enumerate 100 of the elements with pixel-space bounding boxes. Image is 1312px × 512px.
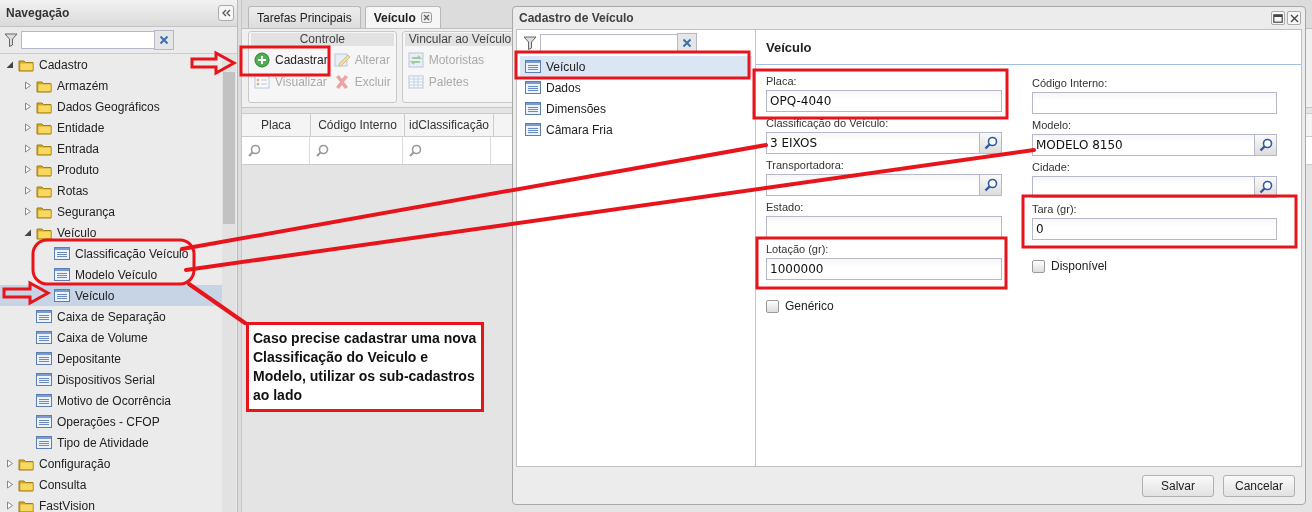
search-icon: [983, 136, 998, 150]
search-icon: [1258, 138, 1273, 152]
tree-item[interactable]: Tipo de Atividade: [0, 432, 222, 453]
tree-item[interactable]: Produto: [0, 159, 222, 180]
panel-title: Navegação: [6, 6, 70, 20]
folder-icon: [18, 477, 34, 492]
expanded-triangle-icon[interactable]: [24, 228, 32, 237]
search-button[interactable]: [979, 133, 1001, 153]
input-field[interactable]: [1032, 92, 1277, 114]
tree-item[interactable]: Dispositivos Serial: [0, 369, 222, 390]
callout-note: Caso precise cadastrar uma nova Classificação do Veiculo e Modelo, utilizar os sub-cadastros ao lado: [246, 322, 484, 412]
tree-item[interactable]: Rotas: [0, 180, 222, 201]
close-button[interactable]: [1287, 11, 1301, 25]
input-field[interactable]: 0: [1032, 218, 1277, 240]
section-item[interactable]: Veículo: [520, 56, 752, 77]
list-icon: [36, 352, 52, 365]
x-icon: [333, 74, 350, 90]
tree-item[interactable]: Caixa de Volume: [0, 327, 222, 348]
checkbox[interactable]: [1032, 259, 1045, 273]
scrollbar[interactable]: [222, 54, 236, 512]
search-button[interactable]: [979, 175, 1001, 195]
tree-item[interactable]: Armazém: [0, 75, 222, 96]
search-icon: [983, 178, 998, 192]
checkbox[interactable]: [766, 299, 779, 313]
tree-item[interactable]: Veículo: [0, 222, 222, 243]
collapsed-triangle-icon[interactable]: [24, 102, 32, 111]
collapsed-triangle-icon[interactable]: [24, 207, 32, 216]
collapsed-triangle-icon[interactable]: [24, 186, 32, 195]
list-icon: [36, 373, 52, 386]
clear-button[interactable]: [154, 30, 174, 50]
tree-item[interactable]: Classificação Veículo: [0, 243, 222, 264]
list-icon: [525, 123, 541, 136]
folder-icon: [36, 183, 52, 198]
section-item[interactable]: Câmara Fria: [520, 119, 752, 140]
collapsed-triangle-icon[interactable]: [6, 459, 14, 468]
tree-item[interactable]: Entidade: [0, 117, 222, 138]
folder-icon: [36, 141, 52, 156]
group-title: Controle: [251, 33, 394, 46]
search-icon: [1258, 180, 1273, 194]
collapsed-triangle-icon[interactable]: [6, 501, 14, 510]
dialog-button[interactable]: Salvar: [1142, 474, 1214, 497]
lookup-field[interactable]: MODELO 8150: [1032, 134, 1277, 156]
tab[interactable]: Tarefas Principais: [248, 6, 361, 28]
checkbox-label: Disponível: [1051, 259, 1108, 273]
folder-icon: [18, 498, 34, 512]
toolbar-button[interactable]: Cadastrar: [251, 49, 331, 71]
tree-item[interactable]: Dados Geográficos: [0, 96, 222, 117]
folder-icon: [36, 162, 52, 177]
collapse-button[interactable]: [218, 5, 234, 21]
list-icon: [525, 60, 541, 73]
collapsed-triangle-icon[interactable]: [24, 165, 32, 174]
tree-item[interactable]: Consulta: [0, 474, 222, 495]
close-icon[interactable]: [420, 12, 432, 23]
column-header[interactable]: idClassificação: [405, 114, 494, 136]
tree-item[interactable]: Motivo de Ocorrência: [0, 390, 222, 411]
form-heading: Veículo: [756, 30, 1301, 65]
tree-item[interactable]: Entrada: [0, 138, 222, 159]
tree-item[interactable]: Depositante: [0, 348, 222, 369]
tree-item[interactable]: Cadastro: [0, 54, 222, 75]
list-icon: [36, 394, 52, 407]
tree-item[interactable]: Caixa de Separação: [0, 306, 222, 327]
tree-item[interactable]: FastVision: [0, 495, 222, 512]
close-icon: [682, 38, 692, 48]
list-icon: [54, 247, 70, 260]
card-icon: [254, 74, 270, 90]
close-icon: [159, 35, 169, 45]
column-header[interactable]: Placa: [242, 114, 311, 136]
lookup-field[interactable]: [1032, 176, 1277, 198]
section-item[interactable]: Dimensões: [520, 98, 752, 119]
magnifier-icon: [248, 144, 261, 157]
collapsed-triangle-icon[interactable]: [24, 123, 32, 132]
collapsed-triangle-icon[interactable]: [6, 480, 14, 489]
tree-item[interactable]: Modelo Veículo: [0, 264, 222, 285]
filter-icon: [4, 33, 18, 47]
filter-field[interactable]: [540, 34, 678, 52]
maximize-button[interactable]: [1271, 11, 1285, 25]
expanded-triangle-icon[interactable]: [6, 60, 14, 69]
search-button[interactable]: [1254, 177, 1276, 197]
column-header[interactable]: Código Interno: [311, 114, 405, 136]
section-item[interactable]: Dados: [520, 77, 752, 98]
arrows-icon: [407, 52, 424, 68]
search-button[interactable]: [1254, 135, 1276, 155]
checkbox-label: Genérico: [785, 299, 834, 313]
magnifier-icon: [409, 144, 422, 157]
collapsed-triangle-icon[interactable]: [24, 81, 32, 90]
collapsed-triangle-icon[interactable]: [24, 144, 32, 153]
lookup-field[interactable]: 3 EIXOS: [766, 132, 1002, 154]
lookup-field[interactable]: [766, 174, 1002, 196]
field-label: Transportadora:: [766, 159, 845, 171]
input-field[interactable]: 1000000: [766, 258, 1002, 280]
field-label: Código Interno:: [1032, 77, 1109, 89]
tree-item[interactable]: Segurança: [0, 201, 222, 222]
tree-item[interactable]: Operações - CFOP: [0, 411, 222, 432]
input-field[interactable]: [766, 216, 1002, 238]
tree-item[interactable]: Configuração: [0, 453, 222, 474]
dialog-button[interactable]: Cancelar: [1223, 474, 1295, 497]
field-label: Placa:: [766, 75, 798, 87]
filter-field[interactable]: [21, 31, 155, 49]
tab[interactable]: Veículo: [364, 6, 441, 28]
input-field[interactable]: OPQ-4040: [766, 90, 1002, 112]
